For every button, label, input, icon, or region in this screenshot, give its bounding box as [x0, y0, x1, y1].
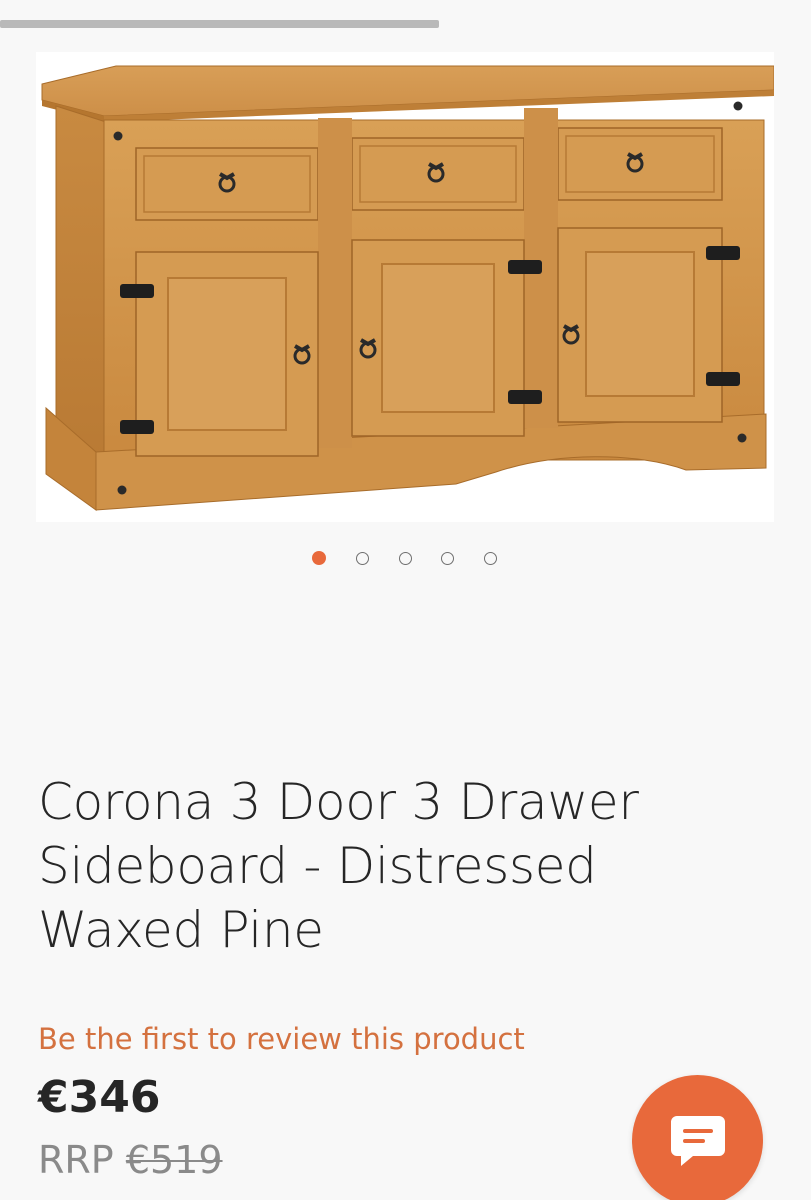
carousel-pagination — [0, 548, 811, 568]
carousel-dot-5[interactable] — [484, 552, 497, 565]
carousel-dot-4[interactable] — [441, 552, 454, 565]
rrp-price: RRP €519 — [38, 1138, 223, 1182]
product-image[interactable] — [36, 52, 774, 522]
product-price: €346 — [38, 1072, 161, 1123]
carousel-dot-1[interactable] — [312, 551, 326, 565]
sideboard-illustration — [41, 65, 774, 511]
rrp-value: €519 — [125, 1138, 223, 1182]
review-link[interactable]: Be the first to review this product — [38, 1022, 525, 1056]
product-title: Corona 3 Door 3 Drawer Sideboard - Distr… — [38, 773, 639, 959]
chat-bubble-icon — [671, 1116, 725, 1166]
carousel-dot-2[interactable] — [356, 552, 369, 565]
rrp-label: RRP — [38, 1138, 114, 1182]
product-page: Corona 3 Door 3 Drawer Sideboard - Distr… — [0, 0, 811, 1200]
chat-button[interactable] — [632, 1075, 763, 1200]
scroll-indicator — [0, 20, 439, 28]
carousel-dot-3[interactable] — [399, 552, 412, 565]
